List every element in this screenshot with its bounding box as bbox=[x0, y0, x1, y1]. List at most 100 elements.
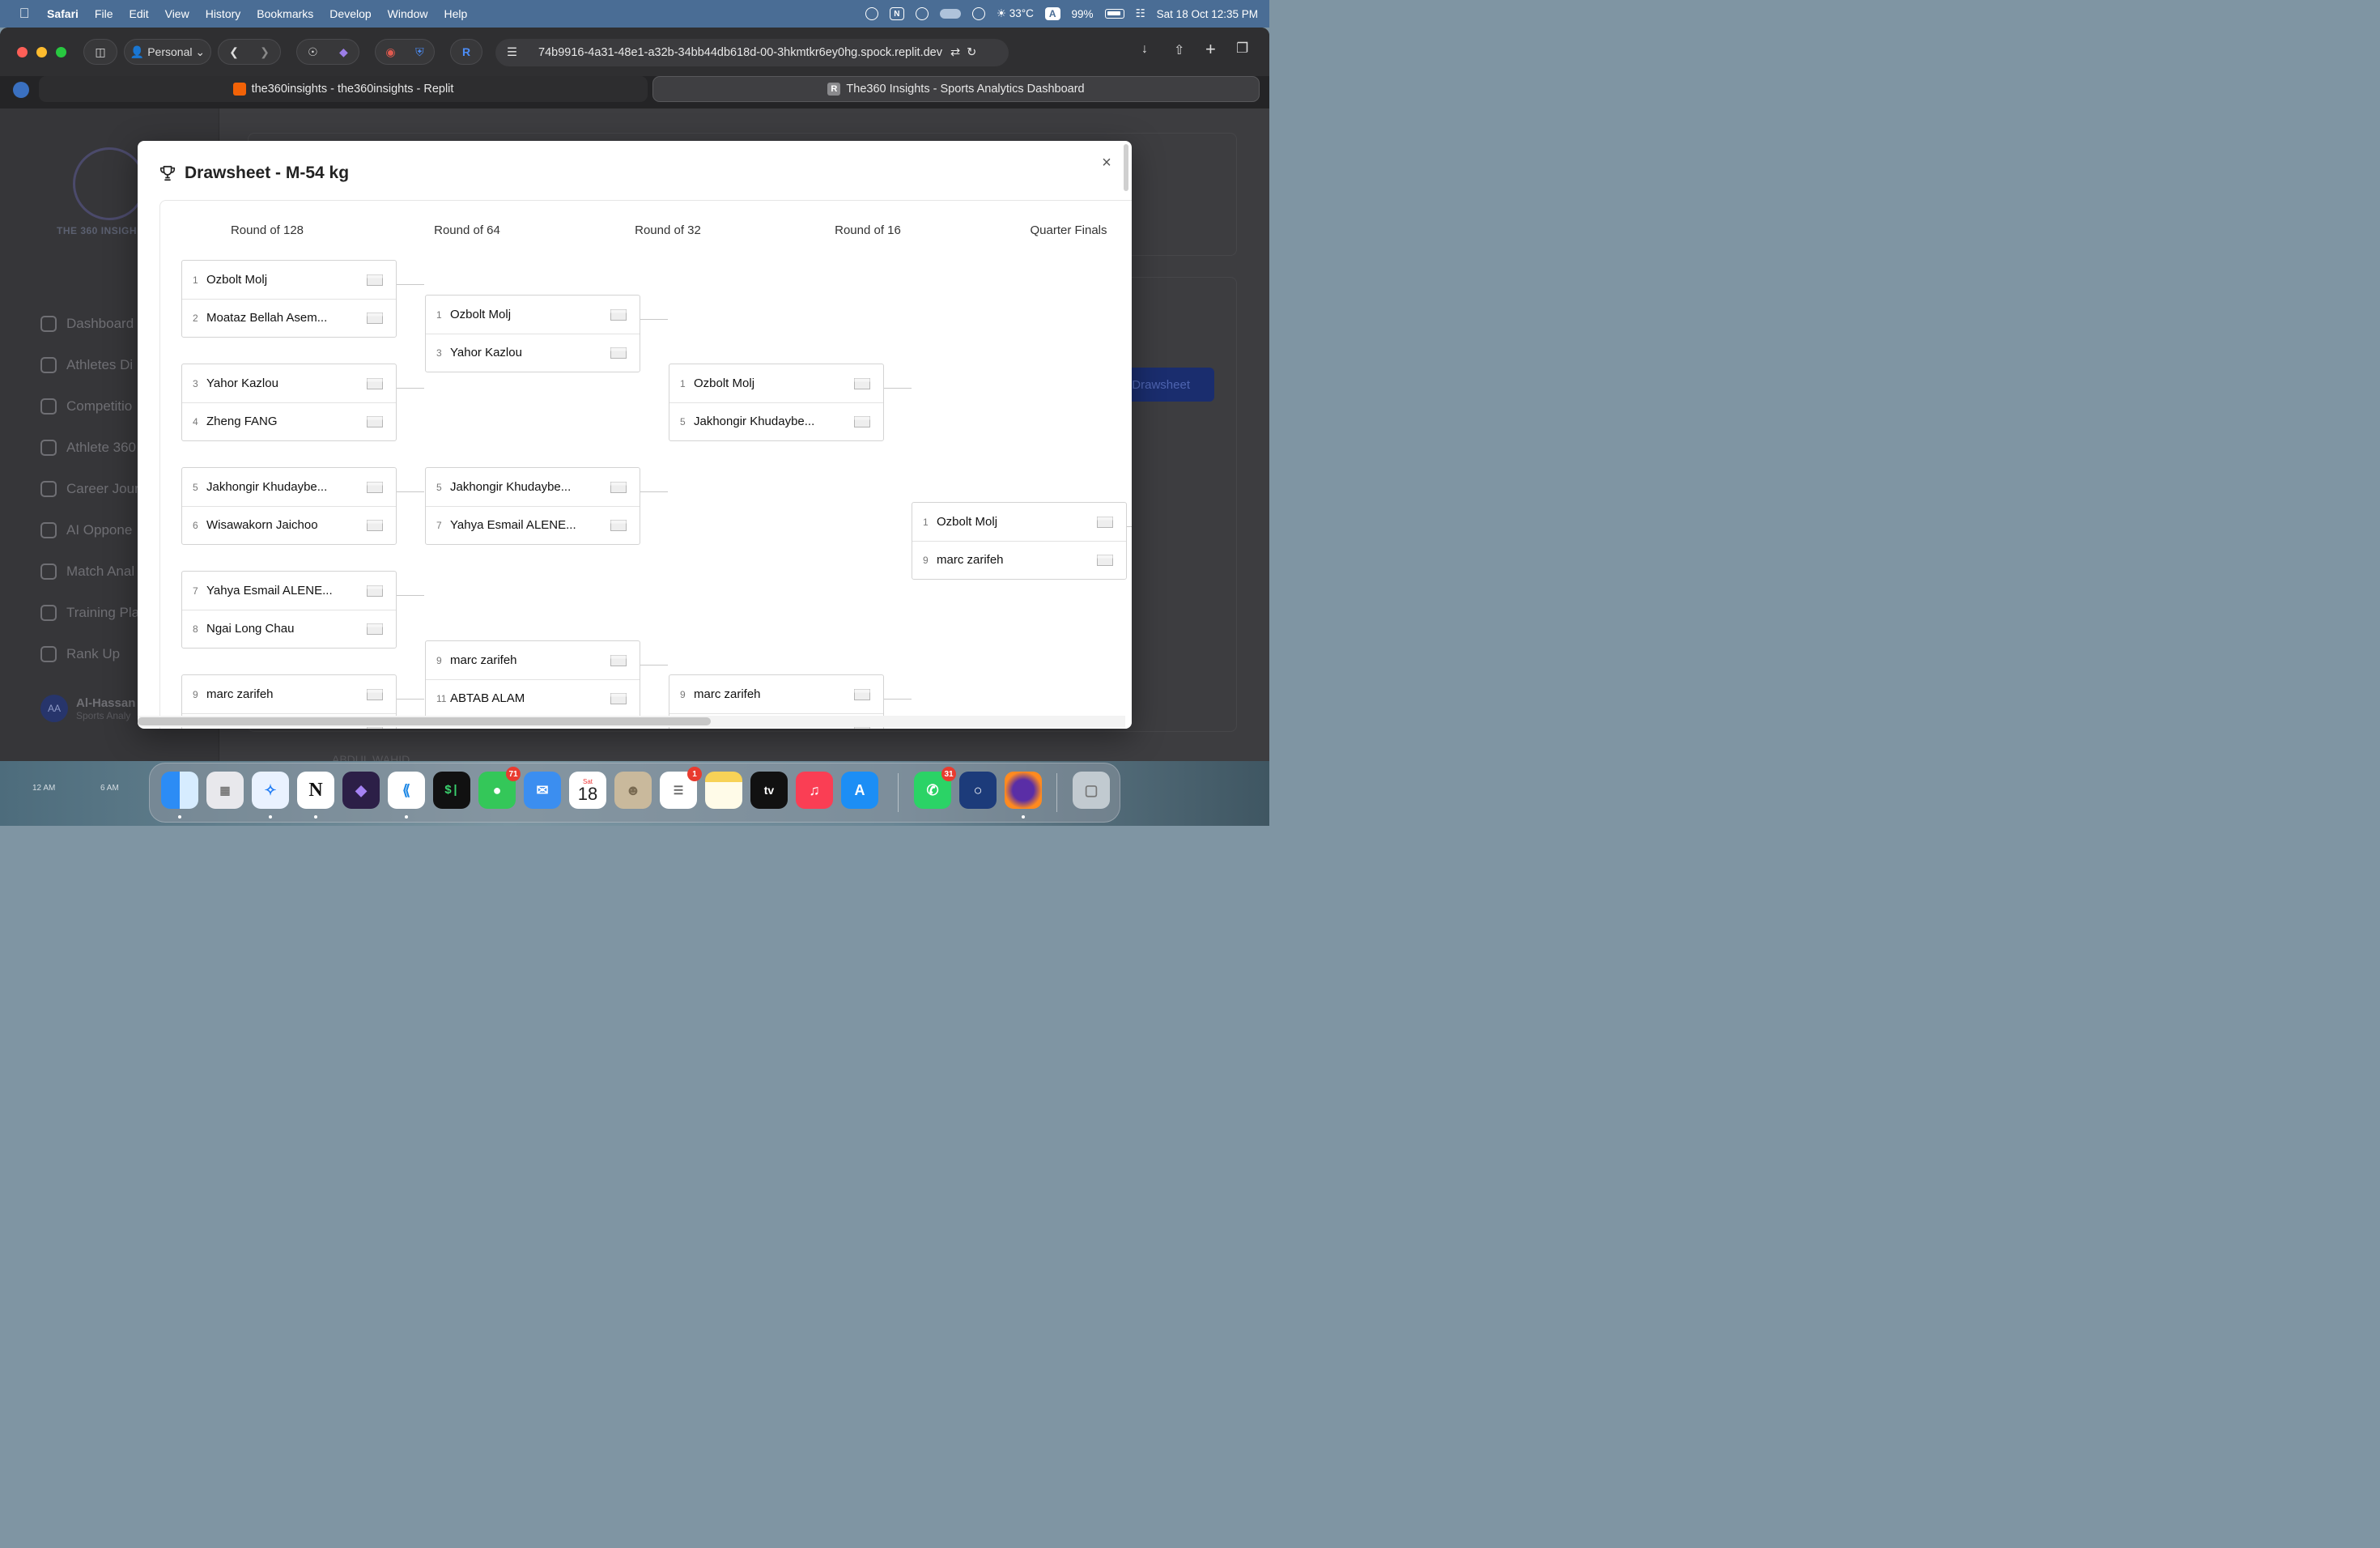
player-row[interactable]: 9 marc zarifeh bbox=[669, 675, 883, 714]
firefox-icon[interactable] bbox=[1005, 772, 1042, 809]
menu-history[interactable]: History bbox=[206, 7, 241, 20]
player-row[interactable]: 9 marc zarifeh bbox=[426, 641, 640, 680]
tab-overview-icon[interactable]: ❐ bbox=[1236, 40, 1248, 57]
match-card[interactable]: 5 Jakhongir Khudaybe... 6 Wisawakorn Jaicho… bbox=[181, 467, 397, 545]
player-row[interactable]: 5 Jakhongir Khudaybe... bbox=[182, 468, 396, 507]
match-card[interactable]: 1 Ozbolt Molj 3 Yahor Kazlou bbox=[425, 295, 640, 372]
weather-widget[interactable]: ☀ 33°C bbox=[997, 7, 1034, 20]
music-icon[interactable]: ♫ bbox=[796, 772, 833, 809]
player-row[interactable]: 5 Jakhongir Khudaybe... bbox=[669, 402, 883, 440]
player-row[interactable]: 1 Ozbolt Molj bbox=[182, 261, 396, 300]
vpn-icon[interactable] bbox=[865, 7, 878, 20]
whatsapp-icon[interactable]: ✆ 31 bbox=[914, 767, 956, 809]
obsidian-icon[interactable]: ◆ bbox=[342, 772, 380, 809]
minimize-window-button[interactable] bbox=[36, 47, 47, 57]
reload-icon[interactable]: ↻ bbox=[967, 46, 976, 59]
control-center-icon[interactable]: ☷ bbox=[1136, 7, 1145, 20]
player-row[interactable]: 9 marc zarifeh bbox=[912, 541, 1126, 579]
close-window-button[interactable] bbox=[17, 47, 28, 57]
sidebar-item-rank-up[interactable]: Rank Up bbox=[40, 643, 120, 666]
tab-group-icon[interactable] bbox=[13, 82, 29, 98]
sidebar-item-dashboard[interactable]: Dashboard bbox=[40, 313, 134, 335]
menu-help[interactable]: Help bbox=[444, 7, 467, 20]
vscode-icon[interactable]: ⟪ bbox=[388, 772, 425, 809]
input-source-indicator[interactable]: A bbox=[1044, 7, 1060, 20]
apple-menu-icon[interactable]:  bbox=[16, 6, 32, 22]
match-card[interactable]: 3 Yahor Kazlou 4 Zheng FANG bbox=[181, 364, 397, 441]
share-icon[interactable]: ⇧ bbox=[1174, 42, 1184, 58]
player-row[interactable]: 1 Ozbolt Molj bbox=[912, 503, 1126, 542]
player-row[interactable]: 9 marc zarifeh bbox=[182, 675, 396, 714]
player-row[interactable]: 5 Jakhongir Khudaybe... bbox=[426, 468, 640, 507]
player-row[interactable]: 8 Ngai Long Chau bbox=[182, 610, 396, 648]
battery-icon[interactable] bbox=[1104, 9, 1124, 19]
extension-bug-icon[interactable]: ◉ bbox=[385, 45, 395, 59]
app-store-icon[interactable]: A bbox=[841, 772, 878, 809]
player-row[interactable]: 11 ABTAB ALAM bbox=[426, 679, 640, 717]
notion-icon[interactable]: N bbox=[297, 772, 334, 809]
sidebar-item-athlete-360[interactable]: Athlete 360 bbox=[40, 436, 136, 459]
downloads-icon[interactable]: ↓ bbox=[1141, 42, 1148, 57]
address-bar[interactable]: ☰ 74b9916-4a31-48e1-a32b-34bb44db618d-00… bbox=[495, 39, 1009, 66]
menu-develop[interactable]: Develop bbox=[329, 7, 371, 20]
match-card[interactable]: 1 Ozbolt Molj 2 Moataz Bellah Asem... bbox=[181, 260, 397, 338]
forward-icon[interactable]: ❯ bbox=[260, 45, 270, 59]
launchpad-icon[interactable]: ▦ bbox=[206, 772, 244, 809]
player-row[interactable]: 1 Ozbolt Molj bbox=[669, 364, 883, 403]
menu-app-name[interactable]: Safari bbox=[47, 7, 79, 20]
player-row[interactable]: 6 Wisawakorn Jaichoo bbox=[182, 506, 396, 544]
sidebar-item-ai-opponent[interactable]: AI Oppone bbox=[40, 519, 132, 542]
player-row[interactable]: 4 Zheng FANG bbox=[182, 402, 396, 440]
match-card[interactable]: 1 Ozbolt Molj 5 Jakhongir Khudaybe... bbox=[669, 364, 884, 441]
match-card[interactable]: 5 Jakhongir Khudaybe... 7 Yahya Esmail ALEN… bbox=[425, 467, 640, 545]
sidebar-toggle-icon[interactable]: ◫ bbox=[83, 39, 117, 65]
back-icon[interactable]: ❮ bbox=[229, 45, 239, 59]
sidebar-item-competitions[interactable]: Competitio bbox=[40, 395, 132, 418]
vertical-scrollbar[interactable] bbox=[1124, 144, 1128, 191]
notes-icon[interactable] bbox=[705, 772, 742, 809]
tab-dashboard[interactable]: R The360 Insights - Sports Analytics Das… bbox=[652, 76, 1260, 102]
new-tab-icon[interactable]: + bbox=[1205, 39, 1216, 60]
zoom-window-button[interactable] bbox=[56, 47, 66, 57]
profile-selector[interactable]: 👤 Personal ⌄ bbox=[124, 39, 211, 65]
menu-file[interactable]: File bbox=[95, 7, 113, 20]
1password-icon[interactable]: ○ bbox=[959, 772, 997, 809]
reminders-icon[interactable]: ☰ 1 bbox=[660, 767, 702, 809]
match-card[interactable]: 9 marc zarifeh 11 ABTAB ALAM bbox=[425, 640, 640, 718]
menu-view[interactable]: View bbox=[165, 7, 189, 20]
translate-icon[interactable]: ⇄ bbox=[950, 46, 960, 59]
sidebar-item-athletes[interactable]: Athletes Di bbox=[40, 354, 133, 376]
player-row[interactable]: 1 Ozbolt Molj bbox=[426, 296, 640, 334]
contacts-icon[interactable]: ☻ bbox=[614, 772, 652, 809]
cloud-icon[interactable] bbox=[939, 9, 961, 19]
notion-menubar-icon[interactable]: N bbox=[889, 7, 904, 20]
page-menu-icon[interactable]: ☰ bbox=[507, 46, 517, 59]
trash-icon[interactable]: ▢ bbox=[1073, 772, 1110, 809]
player-row[interactable]: 2 Moataz Bellah Asem... bbox=[182, 299, 396, 337]
clock[interactable]: Sat 18 Oct 12:35 PM bbox=[1157, 8, 1258, 20]
player-row[interactable]: 7 Yahya Esmail ALENE... bbox=[426, 506, 640, 544]
match-card[interactable]: 7 Yahya Esmail ALENE... 8 Ngai Long Chau bbox=[181, 571, 397, 649]
menu-edit[interactable]: Edit bbox=[129, 7, 148, 20]
sidebar-item-career[interactable]: Career Jour bbox=[40, 478, 139, 500]
safari-icon[interactable]: ✧ bbox=[252, 772, 289, 809]
player-row[interactable]: 7 Yahya Esmail ALENE... bbox=[182, 572, 396, 610]
sidebar-item-training[interactable]: Training Pla bbox=[40, 602, 139, 624]
extension-lock-icon[interactable]: ☉ bbox=[308, 45, 318, 59]
obsidian-extension-icon[interactable]: ◆ bbox=[339, 45, 348, 59]
apple-tv-icon[interactable]: tv bbox=[750, 772, 788, 809]
calendar-icon[interactable]: Sat 18 bbox=[569, 772, 606, 809]
user-profile[interactable]: AA Al-Hassan Sports Analy bbox=[40, 695, 135, 722]
menu-bookmarks[interactable]: Bookmarks bbox=[257, 7, 313, 20]
bitwarden-shield-icon[interactable]: ⛨ bbox=[415, 45, 424, 59]
close-icon[interactable]: × bbox=[1098, 154, 1116, 172]
mail-icon[interactable]: ✉ bbox=[524, 772, 561, 809]
focus-icon[interactable] bbox=[915, 7, 929, 20]
play-icon[interactable] bbox=[971, 7, 985, 20]
match-card[interactable]: 1 Ozbolt Molj 9 marc zarifeh bbox=[912, 502, 1127, 580]
finder-icon[interactable] bbox=[161, 772, 198, 809]
messages-icon[interactable]: ● 71 bbox=[478, 767, 521, 809]
tab-replit[interactable]: the360insights - the360insights - Replit bbox=[39, 76, 648, 102]
replit-extension-icon[interactable]: R bbox=[450, 39, 482, 65]
sidebar-item-match-analysis[interactable]: Match Anal bbox=[40, 560, 134, 583]
